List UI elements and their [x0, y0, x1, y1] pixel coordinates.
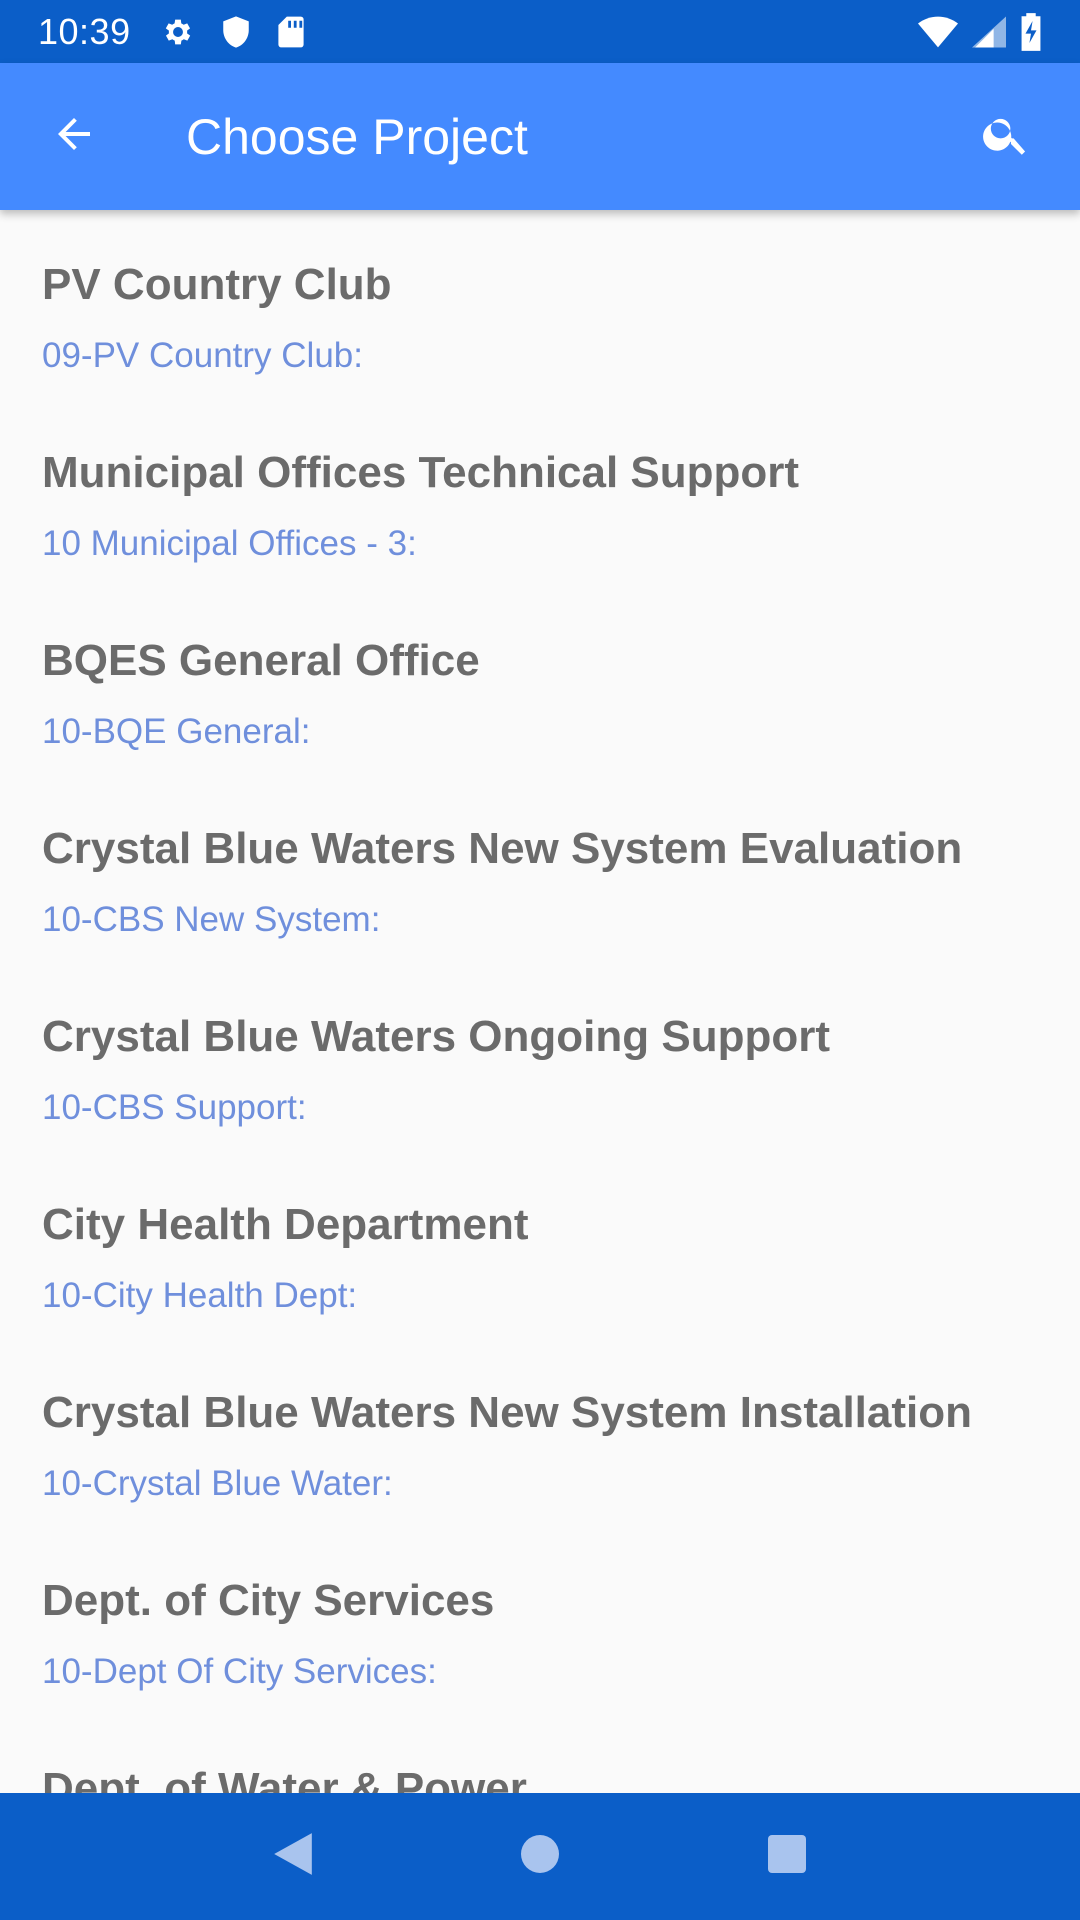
- project-list-item[interactable]: Crystal Blue Waters New System Installat…: [0, 1338, 1080, 1526]
- project-name: Crystal Blue Waters Ongoing Support: [42, 1012, 830, 1061]
- project-code: 10-CBS Support:: [42, 1088, 307, 1127]
- project-list-item[interactable]: Dept. of City Services 10-Dept Of City S…: [0, 1526, 1080, 1714]
- project-list-item[interactable]: Crystal Blue Waters New System Evaluatio…: [0, 774, 1080, 962]
- project-name: Dept. of Water & Power: [42, 1764, 527, 1793]
- project-name: City Health Department: [42, 1200, 529, 1249]
- nav-recents-button[interactable]: [742, 1812, 832, 1902]
- project-code: 10-BQE General:: [42, 712, 311, 751]
- home-circle-icon: [520, 1834, 560, 1879]
- wifi-icon: [918, 16, 958, 48]
- page-title: Choose Project: [186, 108, 528, 165]
- project-code: 10-City Health Dept:: [42, 1276, 358, 1315]
- project-list-item[interactable]: City Health Department 10-City Health De…: [0, 1150, 1080, 1338]
- project-list-item[interactable]: Crystal Blue Waters Ongoing Support 10-C…: [0, 962, 1080, 1150]
- screen: 10:39 Choose Project PV Country Club 09-…: [0, 0, 1080, 1920]
- project-name: Crystal Blue Waters New System Evaluatio…: [42, 824, 963, 873]
- project-code: 10 Municipal Offices - 3:: [42, 524, 417, 563]
- project-code: 10-Crystal Blue Water:: [42, 1464, 393, 1503]
- project-name: BQES General Office: [42, 636, 480, 685]
- status-time: 10:39: [38, 10, 131, 52]
- project-name: Dept. of City Services: [42, 1576, 495, 1625]
- project-list-item[interactable]: PV Country Club 09-PV Country Club:: [0, 210, 1080, 398]
- signal-icon: [972, 16, 1006, 48]
- app-bar: Choose Project: [0, 63, 1080, 210]
- search-icon: [980, 108, 1032, 165]
- project-name: PV Country Club: [42, 260, 392, 309]
- arrow-back-icon: [50, 110, 98, 163]
- project-list-item[interactable]: Municipal Offices Technical Support 10 M…: [0, 398, 1080, 586]
- recents-square-icon: [767, 1834, 807, 1879]
- status-left-icons: [161, 15, 305, 49]
- status-right-icons: [918, 12, 1042, 51]
- project-code: 10-CBS New System:: [42, 900, 381, 939]
- project-list-item[interactable]: Dept. of Water & Power: [0, 1714, 1080, 1793]
- search-button[interactable]: [958, 89, 1054, 185]
- status-bar: 10:39: [0, 0, 1080, 63]
- project-list-item[interactable]: BQES General Office 10-BQE General:: [0, 586, 1080, 774]
- project-name: Crystal Blue Waters New System Installat…: [42, 1388, 972, 1437]
- project-code: 09-PV Country Club:: [42, 336, 363, 375]
- gear-icon: [161, 15, 195, 49]
- system-nav-bar: [0, 1793, 1080, 1920]
- project-code: 10-Dept Of City Services:: [42, 1652, 437, 1691]
- nav-back-button[interactable]: [248, 1812, 338, 1902]
- back-button[interactable]: [26, 89, 122, 185]
- battery-charging-icon: [1020, 12, 1042, 51]
- project-list[interactable]: PV Country Club 09-PV Country Club: Muni…: [0, 210, 1080, 1793]
- project-name: Municipal Offices Technical Support: [42, 448, 800, 497]
- shield-icon: [221, 15, 251, 49]
- sd-card-icon: [277, 15, 305, 49]
- nav-home-button[interactable]: [495, 1812, 585, 1902]
- back-triangle-icon: [272, 1831, 314, 1882]
